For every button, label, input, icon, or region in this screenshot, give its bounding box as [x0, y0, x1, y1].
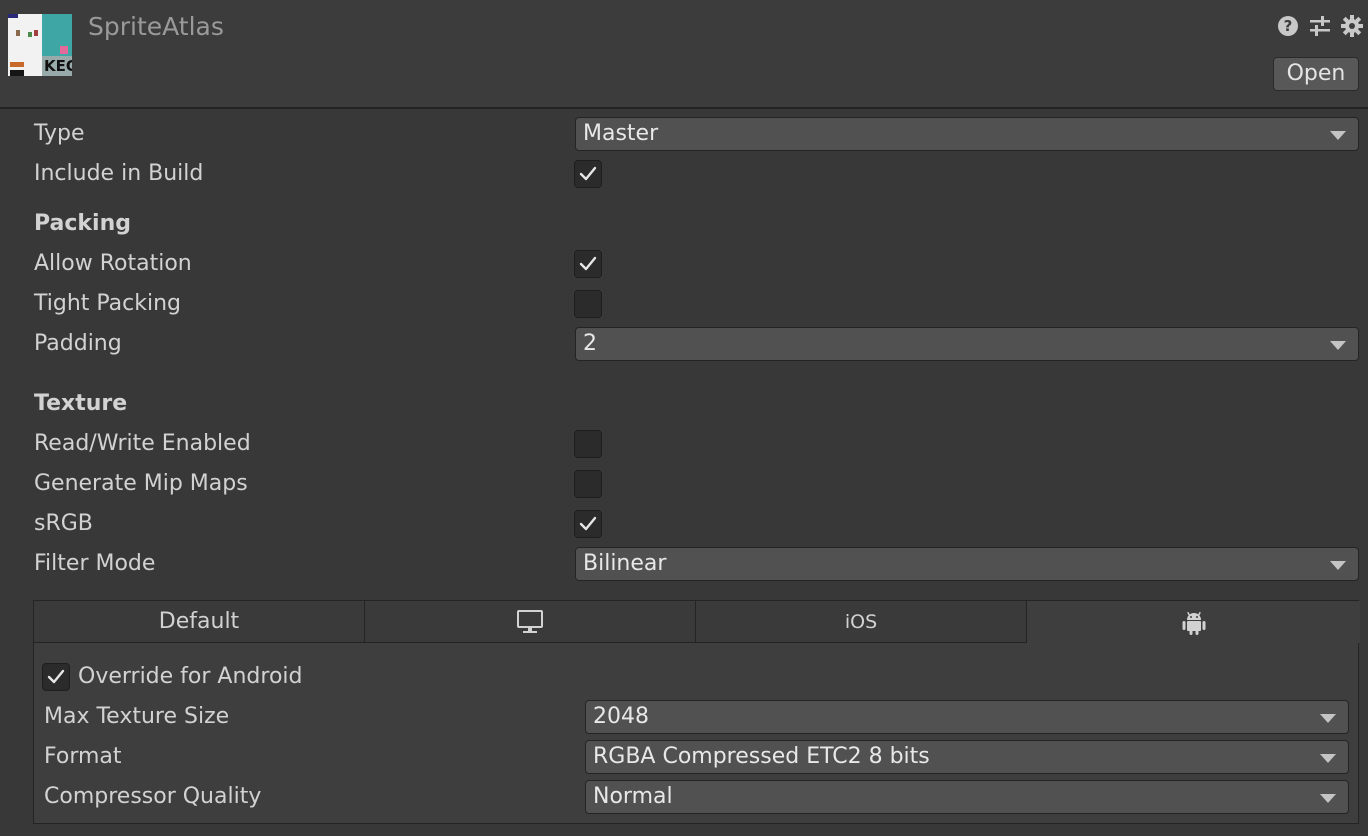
type-value: Master — [583, 121, 659, 146]
filter-mode-value: Bilinear — [583, 551, 667, 576]
srgb-checkbox[interactable] — [574, 510, 602, 538]
chevron-down-icon — [1330, 561, 1346, 570]
max-texture-size-value: 2048 — [593, 704, 649, 729]
platform-settings-panel: Default iOS Override for Android Max Tex… — [33, 600, 1360, 824]
settings-gear-icon[interactable] — [1340, 14, 1364, 38]
android-icon — [1182, 611, 1205, 635]
thumbnail-text: KEO — [42, 56, 72, 76]
max-texture-size-dropdown[interactable]: 2048 — [585, 700, 1349, 734]
tab-android[interactable] — [1027, 601, 1360, 643]
compressor-quality-value: Normal — [593, 784, 673, 809]
override-android-label: Override for Android — [78, 664, 303, 689]
monitor-icon — [517, 610, 543, 633]
type-label: Type — [34, 121, 85, 146]
padding-value: 2 — [583, 331, 597, 356]
format-value: RGBA Compressed ETC2 8 bits — [593, 744, 930, 769]
chevron-down-icon — [1320, 754, 1336, 763]
compressor-quality-label: Compressor Quality — [44, 784, 262, 809]
format-label: Format — [44, 744, 122, 769]
mip-maps-label: Generate Mip Maps — [34, 471, 248, 496]
max-texture-size-label: Max Texture Size — [44, 704, 230, 729]
open-button[interactable]: Open — [1273, 57, 1359, 91]
checkmark-icon — [579, 256, 597, 271]
read-write-label: Read/Write Enabled — [34, 431, 251, 456]
inspector-header: KEO SpriteAtlas ? — [0, 0, 1368, 109]
filter-mode-label: Filter Mode — [34, 551, 156, 576]
read-write-checkbox[interactable] — [574, 430, 602, 458]
compressor-quality-dropdown[interactable]: Normal — [585, 780, 1349, 814]
sprite-atlas-thumbnail: KEO — [8, 14, 72, 76]
tight-packing-label: Tight Packing — [34, 291, 182, 316]
packing-section-header: Packing — [34, 211, 132, 236]
tab-standalone[interactable] — [365, 601, 696, 643]
svg-text:?: ? — [1284, 17, 1293, 35]
checkmark-icon — [579, 516, 597, 531]
type-dropdown[interactable]: Master — [575, 117, 1359, 151]
chevron-down-icon — [1320, 794, 1336, 803]
filter-mode-dropdown[interactable]: Bilinear — [575, 547, 1359, 581]
override-android-checkbox[interactable] — [42, 663, 70, 691]
allow-rotation-label: Allow Rotation — [34, 251, 192, 276]
format-dropdown[interactable]: RGBA Compressed ETC2 8 bits — [585, 740, 1349, 774]
srgb-label: sRGB — [34, 511, 93, 536]
help-icon[interactable]: ? — [1276, 14, 1300, 38]
tab-default[interactable]: Default — [34, 601, 365, 643]
padding-label: Padding — [34, 331, 122, 356]
include-in-build-label: Include in Build — [34, 161, 204, 186]
chevron-down-icon — [1330, 341, 1346, 350]
padding-dropdown[interactable]: 2 — [575, 327, 1359, 361]
mip-maps-checkbox[interactable] — [574, 470, 602, 498]
asset-title: SpriteAtlas — [88, 12, 224, 41]
include-in-build-checkbox[interactable] — [574, 160, 602, 188]
tab-ios[interactable]: iOS — [696, 601, 1027, 643]
preset-sliders-icon[interactable] — [1308, 14, 1332, 38]
texture-section-header: Texture — [34, 391, 128, 416]
chevron-down-icon — [1320, 714, 1336, 723]
checkmark-icon — [47, 669, 65, 684]
checkmark-icon — [579, 166, 597, 181]
tight-packing-checkbox[interactable] — [574, 290, 602, 318]
allow-rotation-checkbox[interactable] — [574, 250, 602, 278]
chevron-down-icon — [1330, 131, 1346, 140]
